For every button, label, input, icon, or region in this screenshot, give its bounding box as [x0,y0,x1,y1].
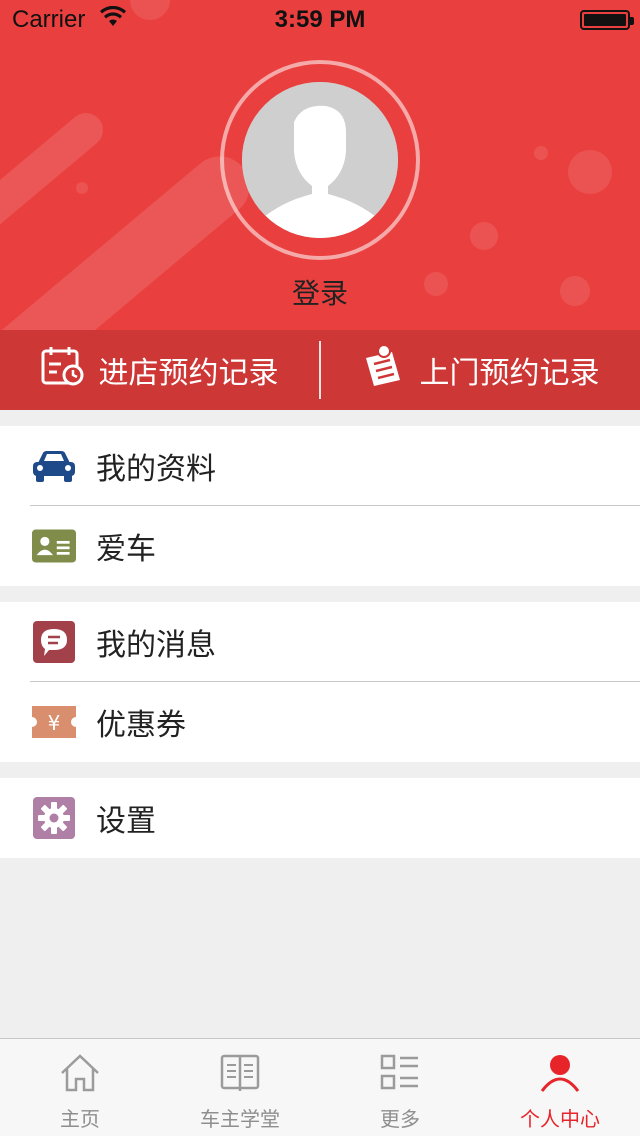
status-bar: Carrier 3:59 PM [0,0,640,40]
menu-item-my-car[interactable]: 爱车 [0,506,640,586]
tab-more[interactable]: 更多 [320,1039,480,1136]
tab-label: 车主学堂 [200,1107,280,1131]
menu-item-my-profile[interactable]: 我的资料 [0,426,640,506]
tab-home[interactable]: 主页 [0,1039,160,1136]
battery-icon [580,10,634,30]
avatar-button[interactable] [220,60,420,260]
car-icon [32,444,76,488]
menu-item-label: 我的消息 [96,628,216,663]
tab-owner-school[interactable]: 车主学堂 [160,1039,320,1136]
settings-menu-group: 设置 [0,778,640,858]
clipboard-pin-icon [362,344,406,396]
decor-bubble [470,222,498,250]
tab-label: 主页 [60,1107,100,1131]
menu-item-coupons[interactable]: ¥ 优惠券 [0,682,640,762]
home-booking-record-button[interactable]: 上门预约记录 [321,330,640,410]
store-booking-record-button[interactable]: 进店预约记录 [0,330,319,410]
decor-bubble [534,146,548,160]
tab-bar: 主页 车主学堂 更多 个人中心 [0,1038,640,1136]
tab-personal-center[interactable]: 个人中心 [480,1039,640,1136]
tab-label: 个人中心 [520,1107,600,1131]
decor-bubble [568,150,612,194]
login-link[interactable]: 登录 [0,272,640,312]
profile-header: Carrier 3:59 PM 登录 进店预约记录 上门预约记录 [0,0,640,410]
id-card-icon [32,524,76,568]
booking-records-bar: 进店预约记录 上门预约记录 [0,330,640,410]
message-menu-group: 我的消息 ¥ 优惠券 [0,602,640,762]
home-icon [58,1053,102,1097]
decor-bubble [76,182,88,194]
avatar-placeholder-icon [242,82,398,238]
profile-menu-group: 我的资料 爱车 [0,426,640,586]
menu-item-label: 设置 [96,804,156,839]
svg-text:¥: ¥ [48,711,61,735]
clock: 3:59 PM [274,6,366,33]
menu-item-label: 优惠券 [96,708,186,743]
grid-list-icon [378,1053,422,1097]
menu-item-settings[interactable]: 设置 [0,778,640,858]
person-icon [538,1053,582,1097]
coupon-icon: ¥ [32,700,76,744]
menu-item-label: 爱车 [96,532,156,567]
tab-label: 更多 [380,1107,420,1131]
menu-item-label: 我的资料 [96,452,216,487]
gear-icon [32,796,76,840]
menu-item-my-messages[interactable]: 我的消息 [0,602,640,682]
store-booking-label: 进店预约记录 [98,356,279,391]
message-icon [32,620,76,664]
calendar-clock-icon [41,346,85,394]
decor-stripe [0,106,110,248]
book-icon [218,1053,262,1097]
home-booking-label: 上门预约记录 [419,356,600,391]
